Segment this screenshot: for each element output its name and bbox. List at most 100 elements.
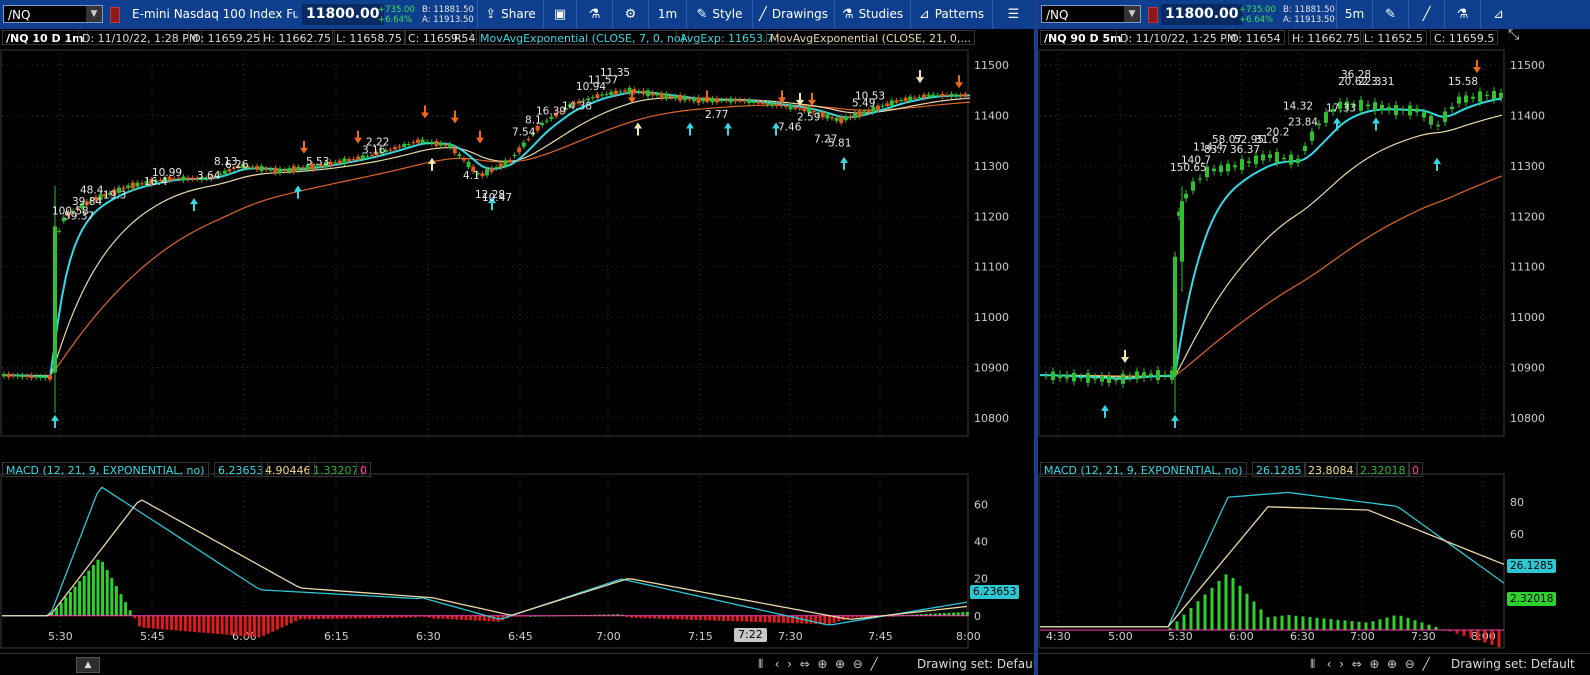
macd-histogram-bar-down (142, 615, 146, 628)
studies-button[interactable]: ⚗ Studies (834, 0, 910, 29)
crosshair-icon[interactable]: ⊕ (817, 657, 827, 671)
flask-button[interactable]: ⚗ (576, 0, 612, 29)
macd-histogram-bar-down (731, 615, 735, 622)
zoom-in-icon[interactable]: ⊕ (835, 657, 845, 671)
patterns-button-right[interactable]: ⊿ (1480, 0, 1516, 29)
chart-title[interactable]: /NQ 10 D 1m (2, 30, 88, 45)
scroll-right-icon[interactable]: › (1339, 657, 1344, 671)
candle-down (963, 93, 968, 97)
macd-histogram-bar-down (676, 615, 680, 620)
zoom-in-icon[interactable]: ⊕ (1387, 657, 1397, 671)
timeframe-button[interactable]: 1m (648, 0, 686, 29)
patterns-button[interactable]: ⊿ Patterns (910, 0, 992, 29)
drawings-button-right[interactable]: ╱ (1408, 0, 1444, 29)
candle-up (1212, 168, 1216, 172)
crosshair-icon[interactable]: ⊕ (1369, 657, 1379, 671)
macd-histogram-bar-up (1350, 621, 1354, 630)
signal-arrow-head (1473, 67, 1481, 74)
flask-icon: ⚗ (1456, 7, 1469, 22)
expand-arrows-icon[interactable]: ⇔ (800, 657, 810, 671)
macd-histogram-bar-down (206, 615, 210, 634)
link-color-icon[interactable] (110, 7, 120, 23)
left-toolbar: /NQ ▼ E-mini Nasdaq 100 Index Fut... 118… (0, 0, 1034, 30)
link-color-icon[interactable] (1148, 7, 1158, 23)
style-button[interactable]: ✎ Style (686, 0, 752, 29)
scroll-right-icon[interactable]: › (787, 657, 792, 671)
price-axis-label: 10800 (1510, 412, 1545, 425)
candle-value-label: 39.84 (72, 196, 102, 208)
study-ema7-label[interactable]: MovAvgExponential (CLOSE, 7, 0, no) (476, 30, 689, 45)
candle-down (641, 90, 646, 95)
drawing-set-right[interactable]: Drawing set: Default (1451, 654, 1575, 675)
macd-histogram-bar-down (685, 615, 689, 620)
candle-down (945, 95, 949, 97)
chevron-down-icon[interactable]: ▼ (86, 6, 102, 22)
studies-button-right[interactable]: ⚗ (1444, 0, 1480, 29)
candle-up (457, 154, 462, 157)
drawings-button[interactable]: ╱ Drawings (752, 0, 834, 29)
macd-histogram-bar-up (1294, 615, 1298, 630)
scroll-handle-icon[interactable]: ⦀ (1310, 657, 1315, 671)
macd-zero-right: 0 (1408, 462, 1423, 477)
macd-histogram-bar-up (101, 561, 105, 616)
scroll-handle-icon[interactable]: ⦀ (758, 657, 763, 671)
symbol-input[interactable]: /NQ ▼ (3, 5, 103, 23)
candle-up (287, 168, 292, 172)
style-button-right[interactable]: ✎ (1372, 0, 1408, 29)
expand-arrows-icon[interactable]: ⇔ (1352, 657, 1362, 671)
time-axis-label: 6:45 (508, 630, 533, 643)
macd-histogram-bar-down (754, 615, 758, 622)
chevron-down-icon[interactable]: ▼ (1124, 6, 1140, 22)
snapshot-button[interactable]: ▣ (543, 0, 576, 29)
candle-down (351, 159, 356, 161)
macd-histogram-bar-up (1329, 619, 1333, 630)
macd-histogram-bar-down (464, 615, 468, 621)
candle-down (779, 105, 784, 107)
share-button[interactable]: ⇪ Share (477, 0, 543, 29)
candle-down (411, 142, 416, 144)
signal-arrow-head (1101, 404, 1109, 411)
pencil-icon[interactable]: ╱ (870, 657, 877, 671)
zoom-out-icon[interactable]: ⊖ (853, 657, 863, 671)
macd-histogram-bar-down (680, 615, 684, 620)
price-axis-label: 11400 (1510, 109, 1545, 122)
candle-up (1086, 373, 1090, 383)
bar-high-right: H: 11662.75 (1288, 30, 1364, 45)
macd-histogram-bar-down (745, 615, 749, 622)
macd-label-right[interactable]: MACD (12, 21, 9, EXPONENTIAL, no) (1040, 462, 1247, 477)
left-chart-canvas[interactable]: 11500 11400 11300 11200 11100 11000 10900 10800… (0, 46, 1034, 675)
drawing-set[interactable]: Drawing set: Default (917, 654, 1034, 675)
bar-low-right: L: 11652.5 (1360, 30, 1427, 45)
menu-button[interactable]: ☰ (992, 0, 1034, 29)
candle-up (1135, 371, 1139, 380)
settings-button[interactable]: ⚙ (612, 0, 648, 29)
scroll-home-button[interactable]: ▲ (76, 657, 100, 673)
macd-histogram-bar-down (1497, 630, 1501, 648)
timeframe-button-right[interactable]: 5m (1336, 0, 1372, 29)
candle-up (544, 120, 549, 122)
study-ema21-label[interactable]: MovAvgExponential (CLOSE, 21, 0,... (766, 30, 975, 45)
macd-pane-border (1038, 473, 1505, 649)
candle-up (917, 97, 922, 99)
macd-histogram-bar-down (469, 615, 473, 621)
macd-label[interactable]: MACD (12, 21, 9, EXPONENTIAL, no) (2, 462, 209, 477)
macd-histogram-bar-up (1315, 617, 1319, 630)
price-axis-label: 11200 (974, 210, 1009, 223)
candle-up (751, 101, 756, 103)
macd-histogram-bar-down (266, 615, 270, 634)
drawings-label: Drawings (771, 7, 828, 21)
pencil-icon[interactable]: ╱ (1422, 657, 1429, 671)
chart-title-right[interactable]: /NQ 90 D 5m (1040, 30, 1126, 45)
signal-arrow-head (1372, 117, 1380, 124)
study-ema7-value: AvgExp: 11653.7 (676, 30, 778, 45)
scroll-left-icon[interactable]: ‹ (1327, 657, 1332, 671)
macd-histogram-bar-up (1203, 594, 1207, 630)
candle-up (1233, 165, 1237, 168)
macd-histogram-bar-down (234, 615, 238, 636)
symbol-input-right[interactable]: /NQ ▼ (1041, 5, 1141, 23)
scroll-left-icon[interactable]: ‹ (775, 657, 780, 671)
share-label: Share (501, 7, 536, 21)
zoom-out-icon[interactable]: ⊖ (1405, 657, 1415, 671)
expand-chart-icon[interactable]: ⤡ (1508, 29, 1519, 43)
right-chart-canvas[interactable]: 11500 11400 11300 11200 11100 11000 10900 10800… (1038, 46, 1590, 675)
